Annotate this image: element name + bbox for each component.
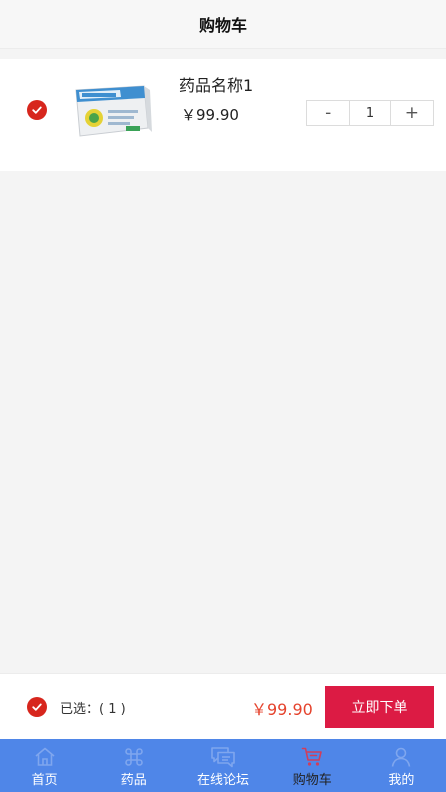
increase-button[interactable]: +	[391, 101, 433, 125]
page-title: 购物车	[198, 16, 247, 35]
medicine-icon	[121, 744, 147, 770]
tab-label: 购物车	[292, 773, 332, 788]
checkout-bar: 已选：( 1 ) ￥99.90 立即下单	[0, 673, 446, 739]
checkmark-icon	[32, 106, 42, 114]
selected-count: 已选：( 1 )	[60, 702, 126, 717]
product-name[interactable]: 药品名称1	[179, 72, 253, 96]
tab-cart[interactable]: 购物车	[268, 739, 357, 792]
quantity-value[interactable]: 1	[349, 101, 391, 125]
tab-profile[interactable]: 我的	[357, 739, 446, 792]
header: 购物车	[0, 0, 446, 49]
tab-home[interactable]: 首页	[0, 739, 89, 792]
select-all-checkbox[interactable]	[27, 697, 47, 717]
cart-item: 药品名称1 ￥99.90 - 1 +	[0, 59, 446, 171]
tab-label: 在线论坛	[197, 773, 250, 788]
user-icon	[388, 744, 414, 770]
tab-medicine[interactable]: 药品	[89, 739, 178, 792]
order-button[interactable]: 立即下单	[325, 686, 434, 728]
tab-forum[interactable]: 在线论坛	[178, 739, 267, 792]
quantity-stepper: - 1 +	[306, 100, 434, 126]
decrease-button[interactable]: -	[307, 101, 349, 125]
tab-label: 我的	[388, 773, 415, 788]
forum-icon	[210, 744, 236, 770]
product-image[interactable]	[70, 84, 152, 142]
tab-label: 药品	[120, 773, 147, 788]
home-icon	[32, 744, 58, 770]
product-price: ￥99.90	[181, 106, 239, 124]
item-checkbox[interactable]	[27, 100, 47, 120]
checkmark-icon	[32, 703, 42, 711]
tab-label: 首页	[31, 773, 58, 788]
total-price: ￥99.90	[251, 700, 313, 719]
tab-bar: 首页 药品 在线论坛 购物车 我的	[0, 739, 446, 792]
cart-icon	[299, 744, 325, 770]
app-root: 购物车 药品名称1 ￥99.90 - 1 + 已选：(1) ￥99.90 立…	[0, 0, 446, 792]
